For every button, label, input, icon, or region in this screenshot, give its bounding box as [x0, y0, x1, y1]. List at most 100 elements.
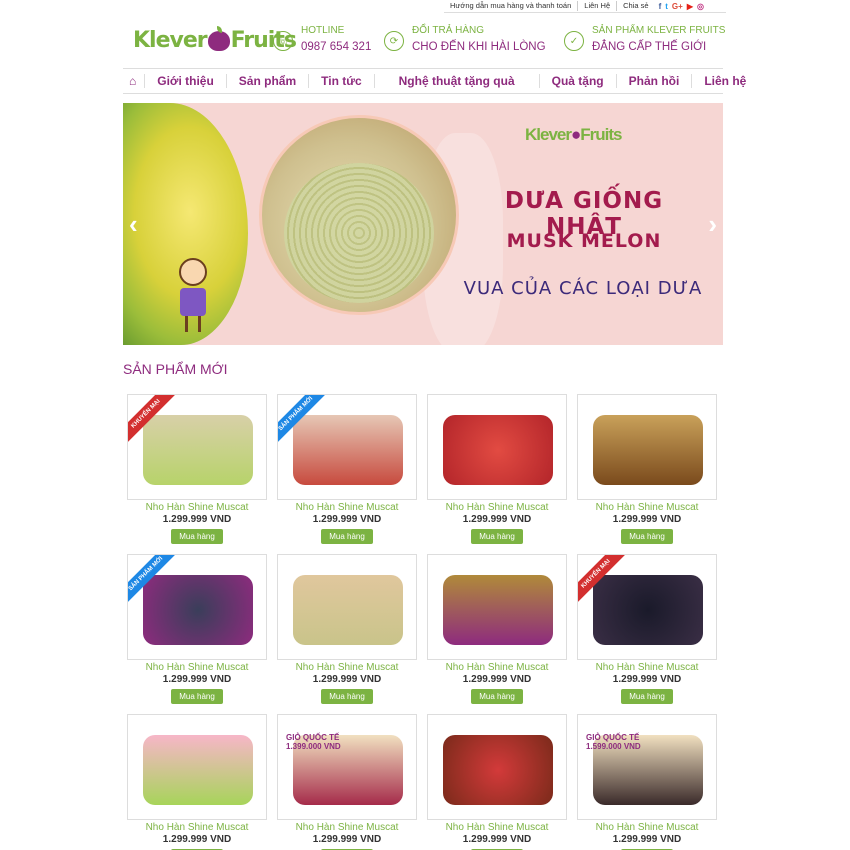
product-name[interactable]: Nho Hàn Shine Muscat [427, 502, 567, 514]
site-logo[interactable]: Klever Fruits [133, 25, 297, 53]
product-card[interactable]: SẢN PHẨM MỚI Nho Hàn Shine Muscat 1.299.… [277, 394, 417, 544]
youtube-icon[interactable]: ▶ [687, 2, 693, 11]
product-name[interactable]: Nho Hàn Shine Muscat [277, 822, 417, 834]
product-name[interactable]: Nho Hàn Shine Muscat [127, 662, 267, 674]
share-label: Chia sẻ [623, 1, 649, 10]
social-icons: f t G+ ▶ ◎ [659, 2, 704, 11]
nav-item-products[interactable]: Sản phẩm [227, 74, 310, 88]
product-name[interactable]: Nho Hàn Shine Muscat [127, 822, 267, 834]
check-icon: ✓ [564, 31, 584, 51]
nav-item-about[interactable]: Giới thiệu [145, 74, 227, 88]
product-image-text: GIỎ QUỐC TẾ 1.599.000 VND [586, 733, 641, 751]
instagram-icon[interactable]: ◎ [697, 2, 704, 11]
refresh-icon: ⟳ [384, 31, 404, 51]
home-icon[interactable]: ⌂ [123, 74, 146, 88]
product-image[interactable] [577, 394, 717, 500]
banner-subheadline: MUSK MELON [506, 230, 662, 252]
product-image[interactable]: GIỎ QUỐC TẾ 1.599.000 VND [577, 714, 717, 820]
product-grid: KHUYẾN MẠI Nho Hàn Shine Muscat 1.299.99… [127, 394, 717, 850]
hotline-block: ☏ HOTLINE 0987 654 321 [273, 24, 371, 56]
product-name[interactable]: Nho Hàn Shine Muscat [577, 662, 717, 674]
slider-prev-button[interactable]: ‹ [129, 209, 138, 240]
buy-button[interactable]: Mua hàng [171, 689, 223, 704]
product-name[interactable]: Nho Hàn Shine Muscat [277, 662, 417, 674]
google-plus-icon[interactable]: G+ [672, 2, 683, 11]
product-name[interactable]: Nho Hàn Shine Muscat [277, 502, 417, 514]
product-price: 1.299.999 VND [462, 514, 532, 525]
hotline-value[interactable]: 0987 654 321 [301, 38, 371, 56]
product-card[interactable]: SẢN PHẨM MỚI Nho Hàn Shine Muscat 1.299.… [127, 554, 267, 704]
product-card[interactable]: Nho Hàn Shine Muscat 1.299.999 VND Mua h… [277, 554, 417, 704]
hero-slider[interactable]: Klever●Fruits DƯA GIỐNG NHẬT MUSK MELON … [123, 103, 723, 345]
nav-item-contact[interactable]: Liên hệ [692, 74, 758, 88]
product-name[interactable]: Nho Hàn Shine Muscat [427, 822, 567, 834]
product-name[interactable]: Nho Hàn Shine Muscat [127, 502, 267, 514]
nav-item-news[interactable]: Tin tức [309, 74, 375, 88]
melon-gift-image [259, 115, 459, 315]
buy-button[interactable]: Mua hàng [471, 689, 523, 704]
product-card[interactable]: Nho Hàn Shine Muscat 1.299.999 VND Mua h… [427, 394, 567, 544]
product-card[interactable]: GIỎ QUỐC TẾ 1.599.000 VND Nho Hàn Shine … [577, 714, 717, 850]
product-label: SẢN PHẨM KLEVER FRUITS [592, 25, 726, 36]
product-price: 1.299.999 VND [312, 674, 382, 685]
product-price: 1.299.999 VND [612, 834, 682, 845]
buy-button[interactable]: Mua hàng [171, 529, 223, 544]
product-price: 1.299.999 VND [612, 674, 682, 685]
product-image[interactable] [127, 714, 267, 820]
facebook-icon[interactable]: f [659, 2, 662, 11]
apple-icon [207, 25, 230, 51]
product-price: 1.299.999 VND [312, 514, 382, 525]
product-price: 1.299.999 VND [162, 674, 232, 685]
product-image[interactable]: SẢN PHẨM MỚI [127, 554, 267, 660]
product-card[interactable]: Nho Hàn Shine Muscat 1.299.999 VND Mua h… [427, 554, 567, 704]
buy-button[interactable]: Mua hàng [321, 689, 373, 704]
product-image[interactable] [427, 394, 567, 500]
product-quality-block: ✓ SẢN PHẨM KLEVER FRUITS ĐẲNG CẤP THẾ GI… [564, 24, 725, 56]
product-price: 1.299.999 VND [312, 834, 382, 845]
kid-illustration [173, 258, 213, 338]
product-name[interactable]: Nho Hàn Shine Muscat [577, 502, 717, 514]
nav-item-feedback[interactable]: Phản hồi [617, 74, 693, 88]
logo-text-left: Klever [133, 28, 208, 53]
product-card[interactable]: Nho Hàn Shine Muscat 1.299.999 VND Mua h… [577, 394, 717, 544]
product-card[interactable]: KHUYẾN MẠI Nho Hàn Shine Muscat 1.299.99… [577, 554, 717, 704]
return-policy-block: ⟳ ĐỔI TRẢ HÀNG CHO ĐẾN KHI HÀI LÒNG [384, 24, 546, 56]
phone-icon: ☏ [273, 31, 293, 51]
twitter-icon[interactable]: t [665, 2, 668, 11]
product-card[interactable]: KHUYẾN MẠI Nho Hàn Shine Muscat 1.299.99… [127, 394, 267, 544]
product-image[interactable] [277, 554, 417, 660]
product-name[interactable]: Nho Hàn Shine Muscat [427, 662, 567, 674]
contact-link[interactable]: Liên Hệ [578, 1, 618, 11]
product-image[interactable]: GIỎ QUỐC TẾ 1.399.000 VND [277, 714, 417, 820]
product-name[interactable]: Nho Hàn Shine Muscat [577, 822, 717, 834]
product-image-text: GIỎ QUỐC TẾ 1.399.000 VND [286, 733, 341, 751]
buy-button[interactable]: Mua hàng [471, 529, 523, 544]
buy-button[interactable]: Mua hàng [621, 689, 673, 704]
product-price: 1.299.999 VND [462, 834, 532, 845]
nav-item-gifts[interactable]: Quà tặng [540, 74, 617, 88]
product-image[interactable]: KHUYẾN MẠI [577, 554, 717, 660]
product-value: ĐẲNG CẤP THẾ GIỚI [592, 41, 707, 53]
buy-button[interactable]: Mua hàng [621, 529, 673, 544]
purchase-guide-link[interactable]: Hướng dẫn mua hàng và thanh toán [444, 1, 579, 11]
product-price: 1.299.999 VND [612, 514, 682, 525]
product-price: 1.299.999 VND [162, 834, 232, 845]
product-price: 1.299.999 VND [162, 514, 232, 525]
hotline-label: HOTLINE [301, 25, 345, 36]
main-nav: ⌂ Giới thiệu Sản phẩm Tin tức Nghệ thuật… [123, 68, 746, 94]
product-card[interactable]: Nho Hàn Shine Muscat 1.299.999 VND Mua h… [127, 714, 267, 850]
product-card[interactable]: Nho Hàn Shine Muscat 1.299.999 VND Mua h… [427, 714, 567, 850]
product-image[interactable] [427, 714, 567, 820]
slider-next-button[interactable]: › [708, 209, 717, 240]
nav-item-gift-art[interactable]: Nghệ thuật tặng quà [375, 74, 540, 88]
product-image[interactable] [427, 554, 567, 660]
product-image[interactable]: SẢN PHẨM MỚI [277, 394, 417, 500]
return-label: ĐỔI TRẢ HÀNG [412, 25, 485, 36]
product-image[interactable]: KHUYẾN MẠI [127, 394, 267, 500]
top-links-bar: Hướng dẫn mua hàng và thanh toán Liên Hệ… [444, 0, 726, 13]
banner-tagline: VUA CỦA CÁC LOẠI DƯA [463, 278, 703, 299]
product-card[interactable]: GIỎ QUỐC TẾ 1.399.000 VND Nho Hàn Shine … [277, 714, 417, 850]
product-price: 1.299.999 VND [462, 674, 532, 685]
section-title: SẢN PHẨM MỚI [123, 361, 228, 377]
buy-button[interactable]: Mua hàng [321, 529, 373, 544]
